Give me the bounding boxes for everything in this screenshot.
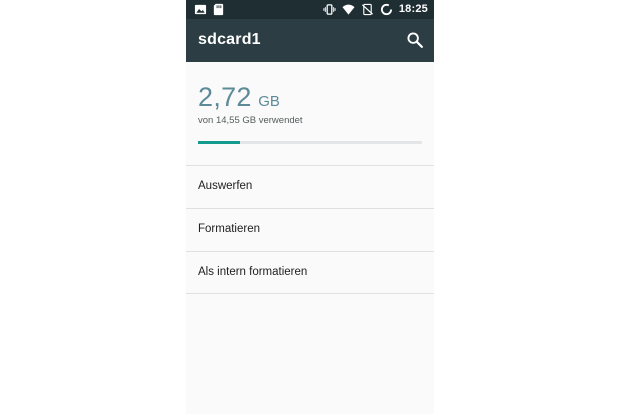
storage-progress-fill: [198, 141, 240, 144]
format-internal-label: Als intern formatieren: [198, 266, 308, 278]
used-storage-unit: GB: [258, 93, 280, 110]
search-button[interactable]: [404, 29, 426, 51]
eject-label: Auswerfen: [198, 180, 253, 192]
app-toolbar: sdcard1: [186, 19, 434, 62]
page-title: sdcard1: [198, 31, 261, 48]
storage-summary: 2,72 GB von 14,55 GB verwendet: [186, 62, 434, 165]
status-time: 18:25: [398, 3, 428, 15]
sd-card-icon: [213, 3, 224, 16]
image-notification-icon: [194, 4, 207, 15]
format-label: Formatieren: [198, 223, 260, 235]
used-storage: 2,72 GB: [198, 82, 280, 113]
format-item[interactable]: Formatieren: [186, 208, 434, 251]
storage-caption: von 14,55 GB verwendet: [198, 115, 303, 126]
wifi-icon: [342, 4, 355, 15]
format-internal-item[interactable]: Als intern formatieren: [186, 251, 434, 294]
status-bar: 18:25: [186, 0, 434, 19]
search-icon: [407, 32, 423, 48]
used-storage-value: 2,72: [198, 82, 252, 112]
vibrate-icon: [323, 4, 336, 15]
no-sim-icon: [361, 3, 373, 16]
divider: [186, 293, 434, 294]
phone-screen: 18:25 sdcard1 2,72 GB von 14,55 GB verwe…: [186, 0, 434, 414]
storage-progress-bar: [198, 141, 422, 144]
eject-item[interactable]: Auswerfen: [186, 165, 434, 208]
sync-icon: [380, 3, 392, 16]
